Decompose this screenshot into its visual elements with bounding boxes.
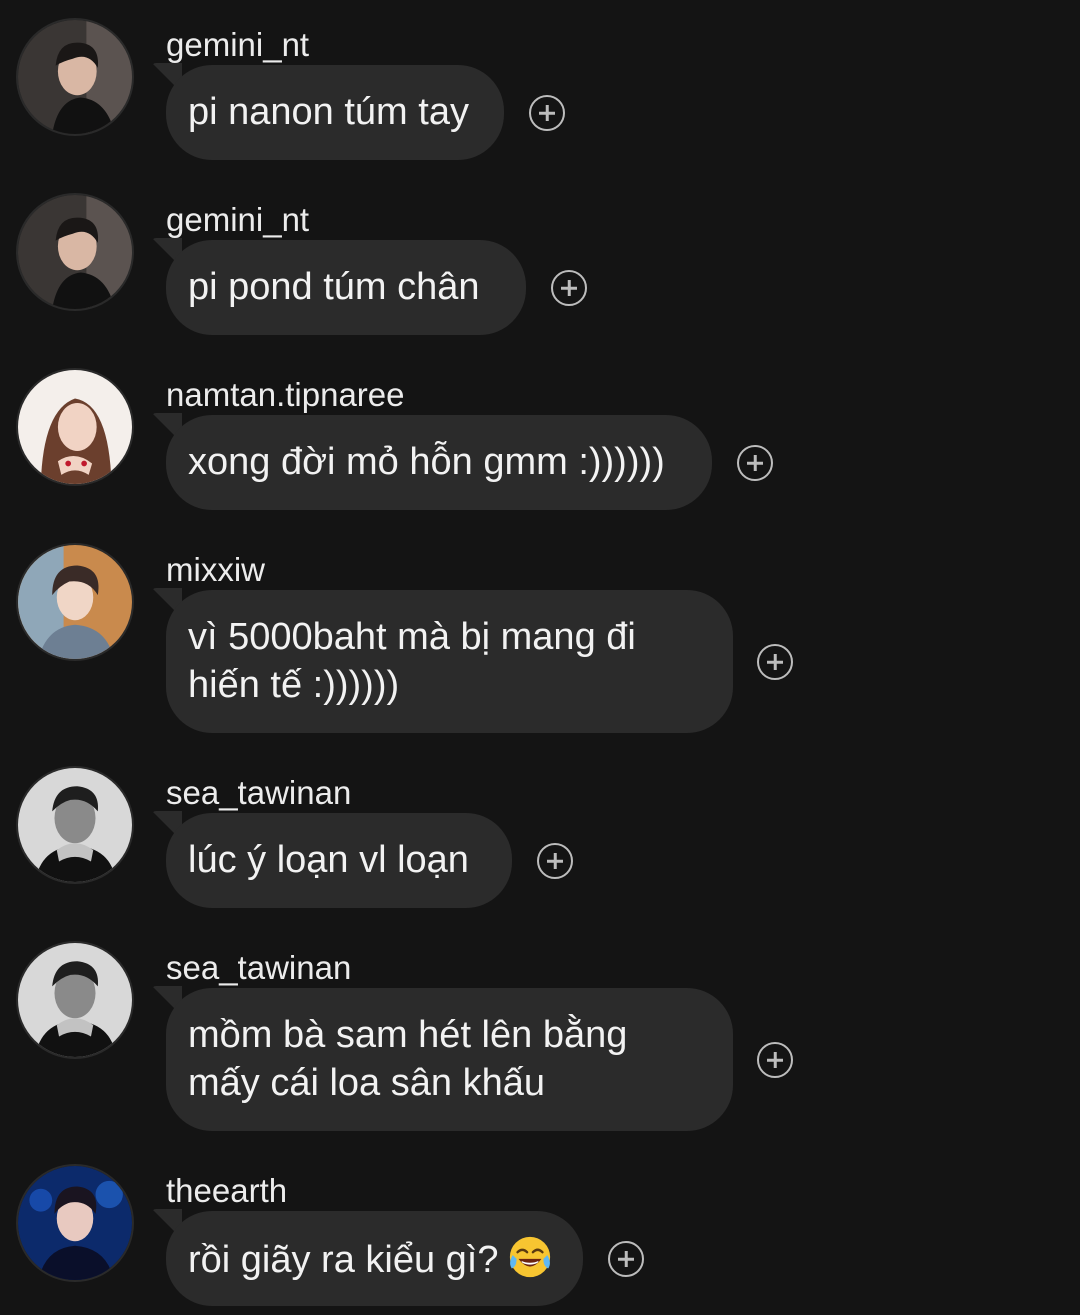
add-reaction-icon[interactable] (757, 1042, 793, 1078)
message-text: mấy cái loa sân khấu (188, 1062, 545, 1104)
message-bubble[interactable]: mồm bà sam hét lên bằng mấy cái loa sân … (166, 988, 733, 1131)
message-bubble[interactable]: pi nanon túm tay (166, 65, 504, 160)
avatar-gemini-nt-image (18, 20, 132, 134)
username[interactable]: namtan.tipnaree (166, 375, 405, 415)
username[interactable]: sea_tawinan (166, 948, 351, 988)
message-text: pi pond túm chân (188, 266, 480, 308)
avatar[interactable] (16, 766, 134, 884)
username[interactable]: mixxiw (166, 550, 265, 590)
username[interactable]: gemini_nt (166, 200, 309, 240)
avatar-gemini-nt-image (18, 195, 132, 309)
avatar[interactable] (16, 1164, 134, 1282)
message-bubble[interactable]: lúc ý loạn vl loạn (166, 813, 512, 908)
avatar[interactable] (16, 193, 134, 311)
add-reaction-icon[interactable] (551, 270, 587, 306)
avatar-sea-tawinan-image (18, 768, 132, 882)
add-reaction-icon[interactable] (737, 445, 773, 481)
message-text: mồm bà sam hét lên bằng (188, 1014, 628, 1056)
avatar[interactable] (16, 941, 134, 1059)
avatar[interactable] (16, 368, 134, 486)
message-text: vì 5000baht mà bị mang đi (188, 616, 636, 658)
add-reaction-icon[interactable] (537, 843, 573, 879)
avatar-sea-tawinan-image (18, 943, 132, 1057)
username[interactable]: theearth (166, 1171, 287, 1211)
message-bubble[interactable]: rồi giãy ra kiểu gì? (166, 1211, 583, 1306)
avatar-mixxiw-image (18, 545, 132, 659)
message-text: hiến tế :)))))) (188, 664, 400, 706)
message-text: pi nanon túm tay (188, 91, 469, 133)
avatar[interactable] (16, 18, 134, 136)
add-reaction-icon[interactable] (529, 95, 565, 131)
message-bubble[interactable]: xong đời mỏ hỗn gmm :)))))) (166, 415, 712, 510)
avatar-theearth-image (18, 1166, 132, 1280)
message-text-content: rồi giãy ra kiểu gì? (188, 1239, 499, 1281)
add-reaction-icon[interactable] (757, 644, 793, 680)
message-text: xong đời mỏ hỗn gmm :)))))) (188, 441, 665, 483)
add-reaction-icon[interactable] (608, 1241, 644, 1277)
username[interactable]: gemini_nt (166, 25, 309, 65)
username[interactable]: sea_tawinan (166, 773, 351, 813)
face-with-tears-of-joy-icon (507, 1234, 553, 1280)
message-text: rồi giãy ra kiểu gì? (188, 1234, 561, 1284)
avatar-namtan-tipnaree-image (18, 370, 132, 484)
message-bubble[interactable]: vì 5000baht mà bị mang đi hiến tế :)))))… (166, 590, 733, 733)
message-bubble[interactable]: pi pond túm chân (166, 240, 526, 335)
message-text: lúc ý loạn vl loạn (188, 839, 469, 881)
avatar[interactable] (16, 543, 134, 661)
